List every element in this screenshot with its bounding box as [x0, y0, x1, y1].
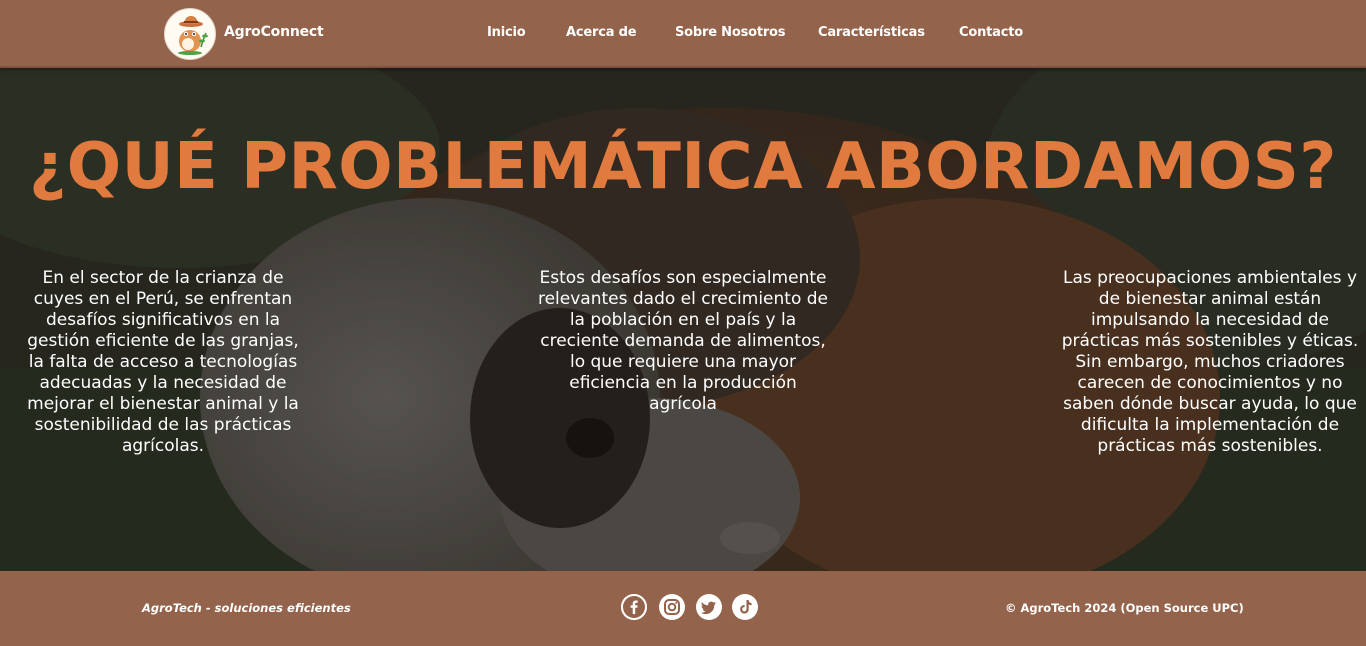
- problem-paragraph-left: En el sector de la crianza de cuyes en e…: [27, 268, 299, 456]
- hero-section: ¿QUÉ PROBLEMÁTICA ABORDAMOS? En el secto…: [0, 68, 1366, 571]
- nav-inicio[interactable]: Inicio: [487, 25, 526, 40]
- site-header: AgroConnect Inicio Acerca de Sobre Nosot…: [0, 0, 1366, 68]
- site-footer: AgroTech - soluciones eficientes © AgroT…: [0, 571, 1366, 646]
- problem-paragraph-center: Estos desafíos son especialmente relevan…: [537, 268, 828, 414]
- instagram-icon[interactable]: [659, 594, 685, 620]
- brand-name[interactable]: AgroConnect: [224, 24, 324, 40]
- twitter-icon[interactable]: [696, 594, 722, 620]
- nav-acerca-de[interactable]: Acerca de: [566, 25, 637, 40]
- nav-caracteristicas[interactable]: Características: [818, 25, 925, 40]
- facebook-icon[interactable]: [621, 594, 647, 620]
- nav-sobre-nosotros[interactable]: Sobre Nosotros: [675, 25, 786, 40]
- tiktok-icon[interactable]: [732, 594, 758, 620]
- footer-copyright: © AgroTech 2024 (Open Source UPC): [1005, 601, 1244, 615]
- guinea-pig-logo-icon[interactable]: [164, 8, 216, 60]
- footer-tagline: AgroTech - soluciones eficientes: [142, 601, 351, 615]
- hero-title: ¿QUÉ PROBLEMÁTICA ABORDAMOS?: [29, 130, 1337, 204]
- problem-paragraph-right: Las preocupaciones ambientales y de bien…: [1061, 268, 1359, 456]
- nav-contacto[interactable]: Contacto: [959, 25, 1023, 40]
